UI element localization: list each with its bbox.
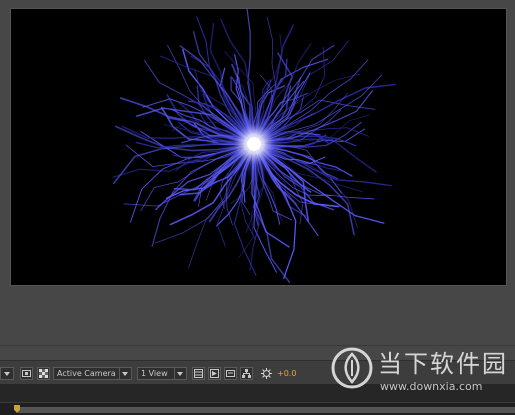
timeline-icon <box>226 370 235 377</box>
watermark-title: 当下软件园 <box>378 350 508 378</box>
layout-icon <box>194 369 203 378</box>
exposure-icon <box>260 368 272 379</box>
region-of-interest-icon <box>22 370 31 377</box>
exposure-value[interactable]: +0.0 <box>277 368 296 379</box>
particle-core <box>247 137 261 151</box>
magnification-dropdown[interactable] <box>0 367 14 380</box>
transparency-grid-icon <box>39 369 48 378</box>
chevron-down-icon <box>119 368 129 379</box>
dropdown-arrow-icon <box>4 371 10 376</box>
flowchart-button[interactable] <box>240 367 253 380</box>
watermark: 当下软件园 www.downxia.com <box>330 342 508 400</box>
app-window: Active Camera 1 View +0.0 当下软件园 www.down… <box>0 0 515 415</box>
fast-preview-icon <box>210 369 219 378</box>
view-layout-dropdown[interactable]: 1 View <box>137 367 187 380</box>
layout-button[interactable] <box>192 367 205 380</box>
composition-panel <box>0 0 515 360</box>
reset-exposure-button[interactable] <box>259 367 273 380</box>
time-navigator[interactable] <box>0 402 515 415</box>
work-area-bar[interactable] <box>18 407 515 413</box>
flowchart-icon <box>242 369 251 378</box>
particle-burst-render <box>112 9 396 283</box>
camera-dropdown-label: Active Camera <box>57 369 116 378</box>
composition-viewer[interactable] <box>10 8 507 286</box>
region-of-interest-button[interactable] <box>20 367 33 380</box>
transparency-grid-button[interactable] <box>37 367 50 380</box>
watermark-url: www.downxia.com <box>380 380 483 393</box>
chevron-down-icon <box>174 368 184 379</box>
timeline-button[interactable] <box>224 367 237 380</box>
camera-dropdown[interactable]: Active Camera <box>53 367 132 380</box>
watermark-logo-icon <box>331 347 373 389</box>
view-layout-label: 1 View <box>141 369 168 378</box>
fast-preview-button[interactable] <box>208 367 221 380</box>
